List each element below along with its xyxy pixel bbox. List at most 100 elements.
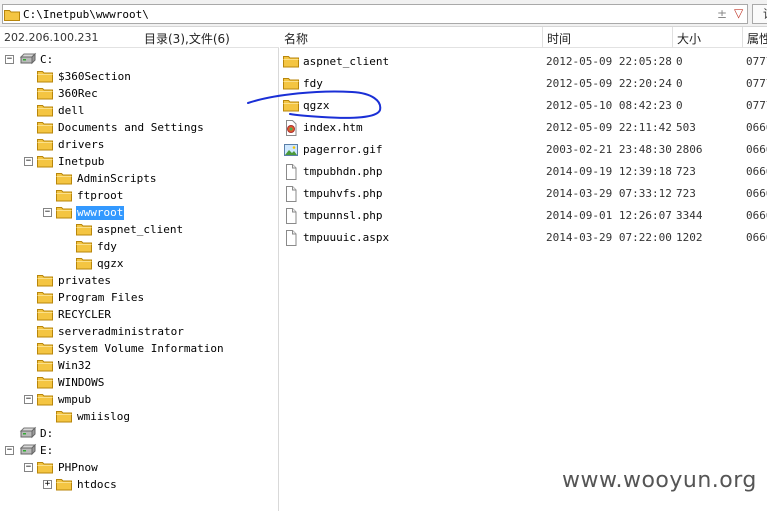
tree-item[interactable]: RECYCLER [0, 307, 279, 324]
tree-item[interactable]: AdminScripts [0, 171, 279, 188]
file-time: 2012-05-09 22:20:24 [546, 77, 672, 90]
expand-icon[interactable]: + [43, 480, 52, 489]
path-text: C:\Inetpub\wwwroot\ [23, 8, 149, 21]
file-row[interactable]: fdy 2012-05-09 22:20:24 0 0777 [280, 73, 767, 95]
path-input[interactable]: C:\Inetpub\wwwroot\ ± ▽ [2, 4, 748, 24]
file-name: qgzx [303, 99, 330, 112]
tree-item[interactable]: − wwwroot [0, 205, 279, 222]
file-name: tmpunnsl.php [303, 209, 383, 222]
file-row[interactable]: index.htm 2012-05-09 22:11:42 503 0666 [280, 117, 767, 139]
tree-item[interactable]: − E: [0, 443, 279, 460]
tree-item-label: $360Section [58, 70, 131, 83]
file-name: tmpuuuic.aspx [303, 231, 390, 244]
tree-item-label: E: [40, 444, 54, 457]
tree-item[interactable]: 360Rec [0, 86, 279, 103]
tree-item-label: fdy [97, 240, 117, 253]
file-row[interactable]: tmpubhdn.php 2014-09-19 12:39:18 723 0666 [280, 161, 767, 183]
file-size: 1202 [676, 231, 703, 244]
column-header-size[interactable]: 大小 [673, 27, 743, 48]
tree-item[interactable]: wmiislog [0, 409, 279, 426]
file-perm: 0777 [746, 99, 767, 112]
tree-item[interactable]: − PHPnow [0, 460, 279, 477]
tree-item[interactable]: aspnet_client [0, 222, 279, 239]
collapse-icon[interactable]: − [43, 208, 52, 217]
folder-icon [56, 409, 72, 426]
tree-item[interactable]: System Volume Information [0, 341, 279, 358]
file-row[interactable]: tmpuhvfs.php 2014-03-29 07:33:12 723 0666 [280, 183, 767, 205]
tree-item-label: ftproot [77, 189, 124, 202]
tree-item[interactable]: − C: [0, 52, 279, 69]
folder-icon [76, 239, 92, 256]
folder-icon [76, 256, 92, 273]
file-time: 2012-05-09 22:11:42 [546, 121, 672, 134]
tree-item[interactable]: fdy [0, 239, 279, 256]
tree-item-label: wwwroot [76, 206, 125, 220]
file-row[interactable]: qgzx 2012-05-10 08:42:23 0 0777 [280, 95, 767, 117]
file-time: 2012-05-10 08:42:23 [546, 99, 672, 112]
file-perm: 0666 [746, 121, 767, 134]
column-header-name[interactable]: 名称 [280, 27, 543, 48]
folder-icon [37, 69, 53, 86]
folder-icon [37, 460, 53, 477]
tree-item[interactable]: Win32 [0, 358, 279, 375]
folder-icon [56, 171, 72, 188]
file-size: 0 [676, 99, 683, 112]
tree-item-label: WINDOWS [58, 376, 105, 389]
tree-item[interactable]: − Inetpub [0, 154, 279, 171]
go-button[interactable]: 读 [752, 4, 767, 24]
tree-item[interactable]: qgzx [0, 256, 279, 273]
tree-item[interactable]: + htdocs [0, 477, 279, 494]
folder-icon [283, 54, 299, 71]
file-name: fdy [303, 77, 323, 90]
file-icon [283, 230, 299, 249]
tree-item-label: wmpub [58, 393, 92, 406]
tree-item-label: D: [40, 427, 54, 440]
tree-item-label: htdocs [77, 478, 117, 491]
tree-item[interactable]: − wmpub [0, 392, 279, 409]
tree-item[interactable]: ftproot [0, 188, 279, 205]
collapse-icon[interactable]: − [24, 157, 33, 166]
tree-item[interactable]: drivers [0, 137, 279, 154]
tree-item-label: Program Files [58, 291, 145, 304]
html-file-icon [283, 120, 299, 139]
file-list-pane: 名称 时间 大小 属性 aspnet_client 2012-05-09 22:0… [280, 27, 767, 511]
file-row[interactable]: tmpunnsl.php 2014-09-01 12:26:07 3344 0666 [280, 205, 767, 227]
file-row[interactable]: tmpuuuic.aspx 2014-03-29 07:22:00 1202 0666 [280, 227, 767, 249]
file-time: 2003-02-21 23:48:30 [546, 143, 672, 156]
folder-icon [76, 222, 92, 239]
file-row[interactable]: aspnet_client 2012-05-09 22:05:28 0 0777 [280, 51, 767, 73]
tree-item[interactable]: D: [0, 426, 279, 443]
column-header-perm[interactable]: 属性 [743, 27, 767, 48]
zoom-toggle-icon[interactable]: ± [717, 7, 727, 21]
folder-icon [37, 392, 53, 409]
file-row[interactable]: pagerror.gif 2003-02-21 23:48:30 2806 0666 [280, 139, 767, 161]
collapse-icon[interactable]: − [5, 446, 14, 455]
tree-item[interactable]: serveradministrator [0, 324, 279, 341]
tree-item[interactable]: privates [0, 273, 279, 290]
tree-item[interactable]: Documents and Settings [0, 120, 279, 137]
tree-item-label: PHPnow [58, 461, 98, 474]
collapse-icon[interactable]: − [24, 395, 33, 404]
folder-icon [37, 86, 53, 103]
column-header-time[interactable]: 时间 [543, 27, 673, 48]
tree-item-label: dell [58, 104, 85, 117]
file-perm: 0666 [746, 209, 767, 222]
file-perm: 0666 [746, 231, 767, 244]
collapse-icon[interactable]: − [5, 55, 14, 64]
folder-icon [4, 10, 20, 21]
tree-item[interactable]: $360Section [0, 69, 279, 86]
file-perm: 0666 [746, 143, 767, 156]
folder-icon [56, 477, 72, 494]
file-perm: 0777 [746, 77, 767, 90]
file-time: 2012-05-09 22:05:28 [546, 55, 672, 68]
folder-icon [37, 375, 53, 392]
tree-item[interactable]: Program Files [0, 290, 279, 307]
tree-item-label: qgzx [97, 257, 124, 270]
tree-item-label: Win32 [58, 359, 92, 372]
drive-icon [19, 52, 37, 69]
chevron-down-icon[interactable]: ▽ [734, 6, 743, 20]
tree-item[interactable]: dell [0, 103, 279, 120]
tree-item[interactable]: WINDOWS [0, 375, 279, 392]
collapse-icon[interactable]: − [24, 463, 33, 472]
file-name: tmpubhdn.php [303, 165, 383, 178]
